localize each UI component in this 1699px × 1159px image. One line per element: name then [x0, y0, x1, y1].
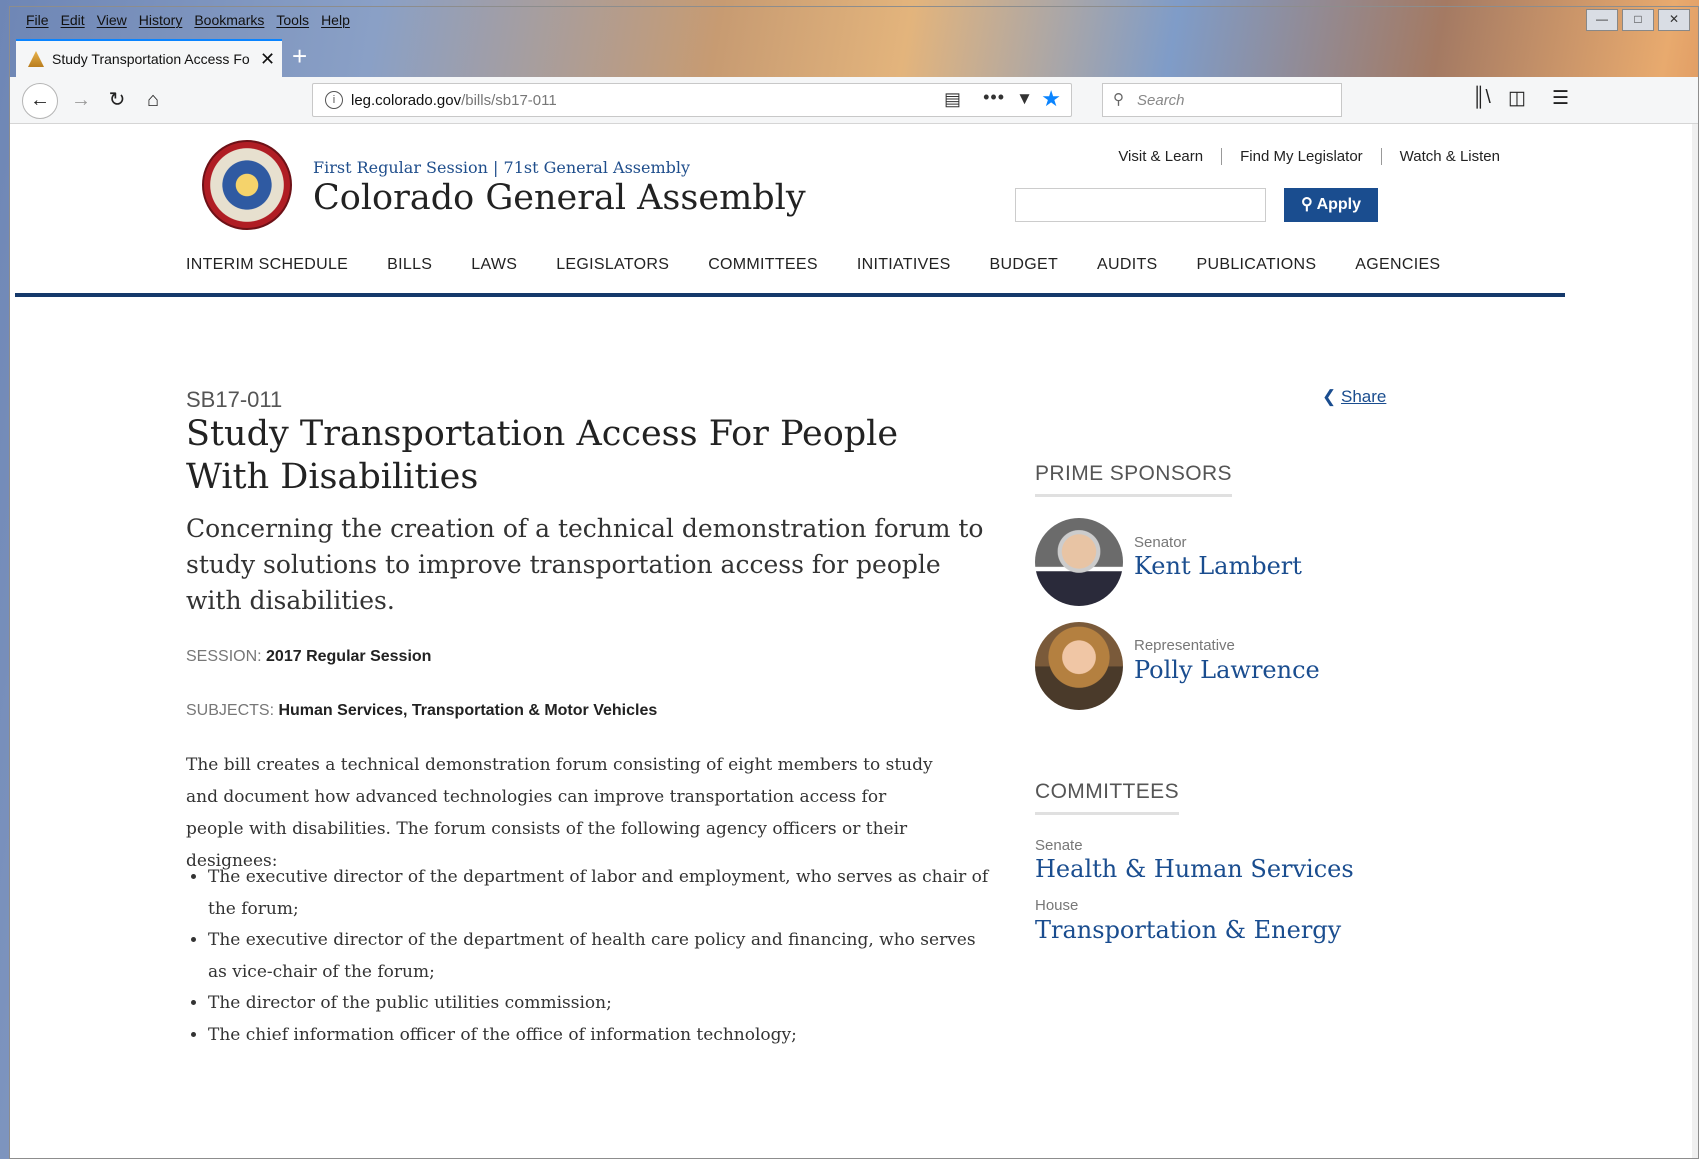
sidebar-toggle-icon[interactable]: ◫ — [1508, 87, 1526, 110]
nav-committees[interactable]: COMMITTEES — [708, 256, 818, 274]
tab-bar: Study Transportation Access Fo ✕ + — [10, 37, 1698, 77]
state-seal-logo[interactable] — [202, 140, 292, 230]
nav-publications[interactable]: PUBLICATIONS — [1197, 256, 1317, 274]
nav-interim-schedule[interactable]: INTERIM SCHEDULE — [186, 256, 348, 274]
menu-help[interactable]: Help — [315, 12, 356, 28]
visit-learn-link[interactable]: Visit & Learn — [1100, 148, 1221, 165]
site-title[interactable]: Colorado General Assembly — [313, 178, 806, 218]
forward-arrow-icon[interactable]: → — [66, 85, 96, 115]
site-info-icon[interactable]: i — [325, 91, 343, 109]
navigation-toolbar: ← → ↻ ⌂ i leg.colorado.gov/bills/sb17-01… — [10, 77, 1698, 124]
maximize-icon[interactable]: □ — [1622, 9, 1654, 31]
session-value: 2017 Regular Session — [266, 648, 432, 665]
hamburger-menu-icon[interactable]: ☰ — [1552, 87, 1569, 110]
browser-window: File Edit View History Bookmarks Tools H… — [9, 6, 1699, 1159]
page-scrollbar[interactable] — [1692, 124, 1698, 1158]
search-placeholder: Search — [1137, 92, 1185, 109]
apply-button[interactable]: ⚲ Apply — [1284, 188, 1378, 222]
back-arrow-icon[interactable]: ← — [22, 83, 58, 119]
nav-initiatives[interactable]: INITIATIVES — [857, 256, 951, 274]
nav-divider — [15, 293, 1565, 297]
menu-view[interactable]: View — [91, 12, 133, 28]
capitol-favicon-icon — [28, 51, 44, 67]
share-button[interactable]: ❮ Share — [1322, 387, 1386, 407]
subjects-label: SUBJECTS: — [186, 702, 275, 719]
tab-active[interactable]: Study Transportation Access Fo ✕ — [16, 39, 282, 77]
window-controls: — □ ✕ — [1582, 9, 1690, 31]
session-row: SESSION: 2017 Regular Session — [186, 648, 431, 666]
share-icon: ❮ — [1322, 387, 1337, 406]
address-bar[interactable]: i leg.colorado.gov/bills/sb17-011 ▤ ••• … — [312, 83, 1072, 117]
menu-tools[interactable]: Tools — [270, 12, 315, 28]
share-label: Share — [1340, 387, 1387, 406]
nav-bills[interactable]: BILLS — [387, 256, 432, 274]
apply-label: Apply — [1316, 196, 1362, 213]
bill-number: SB17-011 — [186, 387, 283, 412]
forum-members-list: The executive director of the department… — [186, 862, 998, 1051]
web-page: First Regular Session | 71st General Ass… — [10, 124, 1698, 1158]
bookmark-star-icon[interactable]: ★ — [1041, 86, 1061, 112]
new-tab-icon[interactable]: + — [292, 41, 307, 72]
nav-legislators[interactable]: LEGISLATORS — [556, 256, 669, 274]
close-window-icon[interactable]: ✕ — [1658, 9, 1690, 31]
home-icon[interactable]: ⌂ — [138, 85, 168, 115]
bill-summary: Concerning the creation of a technical d… — [186, 514, 984, 615]
session-subtitle[interactable]: First Regular Session | 71st General Ass… — [313, 158, 690, 177]
menu-file[interactable]: File — [20, 12, 55, 28]
sponsor-role: Senator — [1134, 534, 1187, 551]
subjects-value: Human Services, Transportation & Motor V… — [278, 702, 658, 719]
committee-link[interactable]: Health & Human Services — [1035, 855, 1354, 883]
watch-listen-link[interactable]: Watch & Listen — [1380, 148, 1518, 165]
committee-link[interactable]: Transportation & Energy — [1035, 916, 1341, 944]
nav-laws[interactable]: LAWS — [471, 256, 517, 274]
prime-sponsors-heading: PRIME SPONSORS — [1035, 462, 1232, 497]
committee-chamber: Senate — [1035, 837, 1083, 854]
committees-heading: COMMITTEES — [1035, 780, 1179, 815]
browser-search-box[interactable]: ⚲ Search — [1102, 83, 1342, 117]
nav-audits[interactable]: AUDITS — [1097, 256, 1157, 274]
list-item: The executive director of the department… — [208, 862, 998, 925]
subjects-row: SUBJECTS: Human Services, Transportation… — [186, 702, 657, 720]
reader-view-icon[interactable]: ▤ — [944, 89, 961, 110]
menu-history[interactable]: History — [133, 12, 189, 28]
url-text: leg.colorado.gov/bills/sb17-011 — [351, 92, 557, 109]
main-nav: INTERIM SCHEDULE BILLS LAWS LEGISLATORS … — [186, 256, 1440, 274]
list-item: The chief information officer of the off… — [208, 1020, 998, 1052]
site-search-input[interactable] — [1015, 188, 1266, 222]
list-item: The executive director of the department… — [208, 925, 998, 988]
close-tab-icon[interactable]: ✕ — [260, 49, 275, 70]
minimize-icon[interactable]: — — [1586, 9, 1618, 31]
sponsor-role: Representative — [1134, 637, 1235, 654]
reload-icon[interactable]: ↻ — [102, 85, 132, 115]
library-icon[interactable]: ║\ — [1472, 87, 1491, 109]
menu-edit[interactable]: Edit — [55, 12, 91, 28]
avatar[interactable] — [1035, 518, 1123, 606]
avatar[interactable] — [1035, 622, 1123, 710]
pocket-icon[interactable]: ▼ — [1016, 89, 1033, 109]
sponsor-name-link[interactable]: Kent Lambert — [1134, 552, 1302, 580]
sponsor-name-link[interactable]: Polly Lawrence — [1134, 656, 1320, 684]
nav-agencies[interactable]: AGENCIES — [1355, 256, 1440, 274]
list-item: The director of the public utilities com… — [208, 988, 998, 1020]
search-icon: ⚲ — [1113, 91, 1124, 108]
nav-budget[interactable]: BUDGET — [990, 256, 1058, 274]
tab-title: Study Transportation Access Fo — [52, 51, 250, 67]
magnifier-icon: ⚲ — [1300, 196, 1313, 213]
session-label: SESSION: — [186, 648, 262, 665]
find-legislator-link[interactable]: Find My Legislator — [1221, 148, 1381, 165]
page-actions-icon[interactable]: ••• — [983, 87, 1005, 108]
bill-description: The bill creates a technical demonstrati… — [186, 755, 933, 871]
committee-chamber: House — [1035, 897, 1079, 914]
menu-bookmarks[interactable]: Bookmarks — [188, 12, 270, 28]
utility-links: Visit & Learn Find My Legislator Watch &… — [1100, 148, 1518, 165]
bill-title: Study Transportation Access For People W… — [186, 414, 899, 497]
menu-bar: File Edit View History Bookmarks Tools H… — [10, 7, 1698, 33]
